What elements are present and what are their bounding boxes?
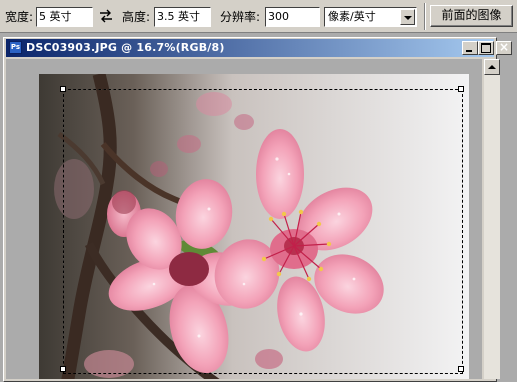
crop-handle-bottom-left[interactable] — [60, 366, 66, 372]
resolution-unit-value: 像素/英寸 — [328, 10, 376, 23]
resolution-unit-select[interactable]: 像素/英寸 — [324, 7, 417, 27]
photoshop-doc-icon: Ps — [9, 41, 22, 54]
dropdown-arrow-icon[interactable] — [400, 9, 415, 25]
front-image-button[interactable]: 前面的图像 — [430, 5, 513, 27]
crop-marquee[interactable] — [63, 89, 463, 374]
vertical-scrollbar[interactable] — [484, 59, 500, 379]
document-title-bar[interactable]: Ps DSC03903.JPG @ 16.7%(RGB/8) × — [6, 39, 512, 57]
close-glyph: × — [498, 40, 510, 54]
crop-handle-bottom-right[interactable] — [458, 366, 464, 372]
resolution-label: 分辨率: — [220, 10, 261, 24]
scroll-up-arrow-icon[interactable] — [484, 59, 500, 75]
options-bar: 宽度: 5 英寸 高度: 3.5 英寸 分辨率: 300 像素/英寸 前面的图像 — [0, 0, 517, 33]
height-input[interactable]: 3.5 英寸 — [154, 7, 211, 27]
toolbar-separator — [424, 3, 426, 30]
minimize-icon[interactable] — [462, 41, 478, 55]
document-title: DSC03903.JPG @ 16.7%(RGB/8) — [26, 41, 225, 54]
maximize-icon[interactable] — [478, 41, 494, 55]
width-label: 宽度: — [5, 10, 34, 24]
resolution-input[interactable]: 300 — [265, 7, 320, 27]
width-input[interactable]: 5 英寸 — [36, 7, 93, 27]
height-label: 高度: — [122, 10, 151, 24]
crop-handle-top-right[interactable] — [458, 86, 464, 92]
swap-icon[interactable] — [98, 8, 114, 24]
crop-handle-top-left[interactable] — [60, 86, 66, 92]
close-icon[interactable]: × — [496, 40, 512, 55]
